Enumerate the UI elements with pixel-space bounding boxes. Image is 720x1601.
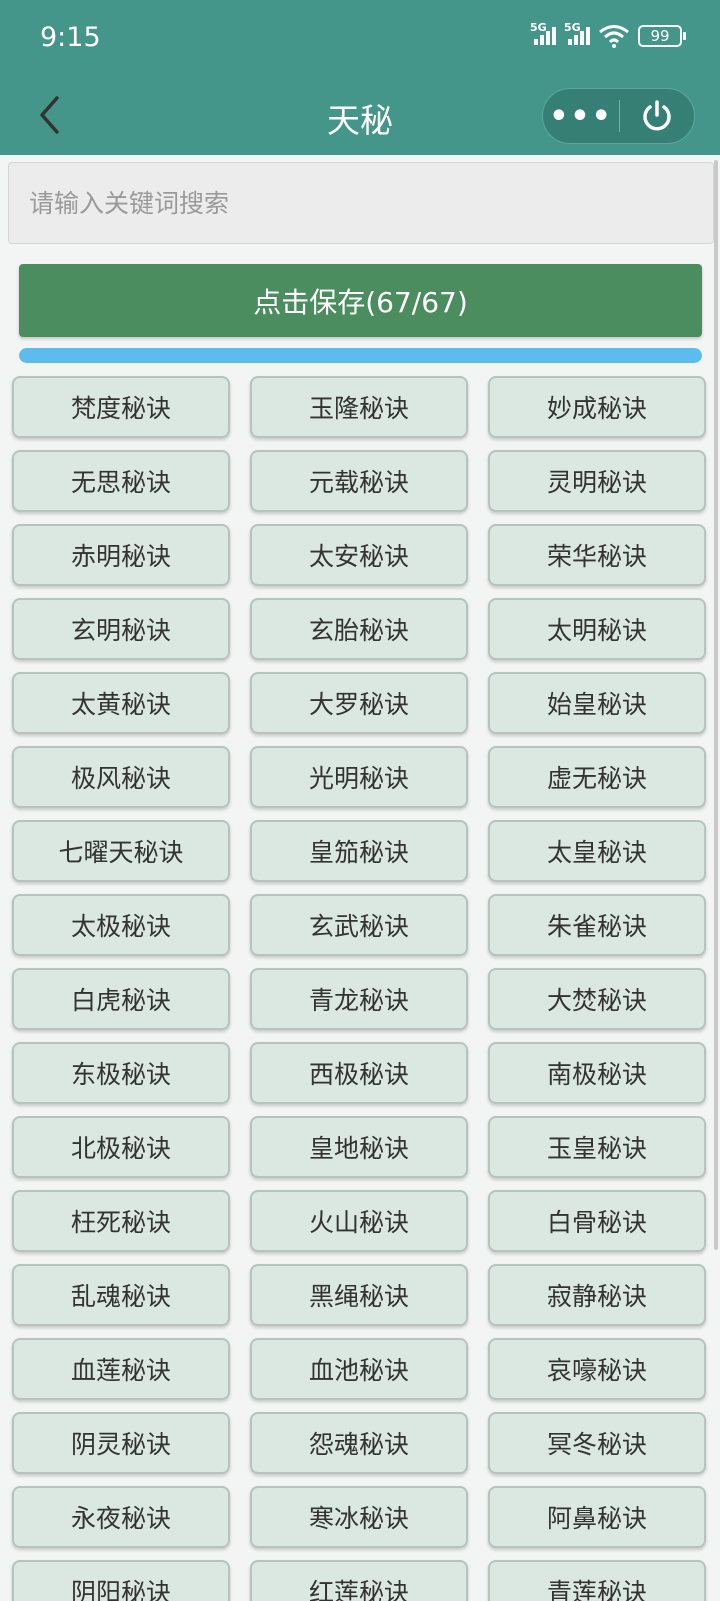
mini-program-capsule: ••• [542,88,695,144]
secret-item-button[interactable]: 梵度秘诀 [12,376,230,438]
secret-item-button[interactable]: 乱魂秘诀 [12,1264,230,1326]
signal-icon: 5G [530,21,556,45]
secret-item-button[interactable]: 太黄秘诀 [12,672,230,734]
secret-item-button[interactable]: 白虎秘诀 [12,968,230,1030]
secret-item-button[interactable]: 极风秘诀 [12,746,230,808]
power-icon [643,100,671,131]
wifi-icon [599,25,629,48]
secret-item-button[interactable]: 阴阳秘诀 [12,1560,230,1601]
secret-item-button[interactable]: 血莲秘诀 [12,1338,230,1400]
secret-item-button[interactable]: 大焚秘诀 [488,968,706,1030]
secret-item-button[interactable]: 永夜秘诀 [12,1486,230,1548]
more-button[interactable]: ••• [543,89,619,143]
secret-item-button[interactable]: 玄胎秘诀 [250,598,468,660]
secret-item-button[interactable]: 黑绳秘诀 [250,1264,468,1326]
secret-item-button[interactable]: 阴灵秘诀 [12,1412,230,1474]
secret-item-button[interactable]: 玄明秘诀 [12,598,230,660]
secret-item-button[interactable]: 赤明秘诀 [12,524,230,586]
secret-item-button[interactable]: 朱雀秘诀 [488,894,706,956]
progress-fill [19,348,702,363]
secret-item-button[interactable]: 寂静秘诀 [488,1264,706,1326]
secret-item-button[interactable]: 火山秘诀 [250,1190,468,1252]
secret-item-button[interactable]: 怨魂秘诀 [250,1412,468,1474]
secret-item-button[interactable]: 妙成秘诀 [488,376,706,438]
secret-item-button[interactable]: 阿鼻秘诀 [488,1486,706,1548]
secret-item-button[interactable]: 白骨秘诀 [488,1190,706,1252]
secret-item-button[interactable]: 光明秘诀 [250,746,468,808]
secret-item-button[interactable]: 太明秘诀 [488,598,706,660]
save-button[interactable]: 点击保存(67/67) [19,264,702,337]
secret-item-button[interactable]: 北极秘诀 [12,1116,230,1178]
secret-item-button[interactable]: 太安秘诀 [250,524,468,586]
battery-indicator: 99 [638,25,686,47]
secret-item-button[interactable]: 冥冬秘诀 [488,1412,706,1474]
network-type-label: 5G [530,21,547,34]
secret-item-button[interactable]: 荣华秘诀 [488,524,706,586]
secret-item-button[interactable]: 元载秘诀 [250,450,468,512]
secret-item-button[interactable]: 皇地秘诀 [250,1116,468,1178]
more-icon: ••• [549,98,613,134]
search-box [8,162,714,244]
signal-icon: 5G [564,21,590,45]
close-button[interactable] [620,89,694,143]
secret-item-button[interactable]: 太极秘诀 [12,894,230,956]
secret-item-button[interactable]: 玄武秘诀 [250,894,468,956]
secret-item-button[interactable]: 玉隆秘诀 [250,376,468,438]
secret-item-button[interactable]: 红莲秘诀 [250,1560,468,1601]
secret-item-button[interactable]: 东极秘诀 [12,1042,230,1104]
status-time: 9:15 [40,22,101,53]
secret-item-button[interactable]: 血池秘诀 [250,1338,468,1400]
secret-item-button[interactable]: 无思秘诀 [12,450,230,512]
secret-item-button[interactable]: 玉皇秘诀 [488,1116,706,1178]
secret-item-button[interactable]: 南极秘诀 [488,1042,706,1104]
secret-item-button[interactable]: 始皇秘诀 [488,672,706,734]
status-icons: 5G 5G 99 [530,21,686,48]
secret-item-button[interactable]: 枉死秘诀 [12,1190,230,1252]
secret-grid: 梵度秘诀 玉隆秘诀 妙成秘诀无思秘诀 元载秘诀 灵明秘诀赤明秘诀 太安秘诀 荣华秘诀玄明秘诀… [12,376,706,1601]
secret-item-button[interactable]: 大罗秘诀 [250,672,468,734]
secret-item-button[interactable]: 寒冰秘诀 [250,1486,468,1548]
secret-item-button[interactable]: 青莲秘诀 [488,1560,706,1601]
secret-item-button[interactable]: 七曜天秘诀 [12,820,230,882]
secret-item-button[interactable]: 灵明秘诀 [488,450,706,512]
secret-item-button[interactable]: 青龙秘诀 [250,968,468,1030]
secret-item-button[interactable]: 西极秘诀 [250,1042,468,1104]
secret-item-button[interactable]: 虚无秘诀 [488,746,706,808]
progress-bar [19,348,702,363]
network-type-label: 5G [564,21,581,34]
secret-item-button[interactable]: 皇笳秘诀 [250,820,468,882]
secret-item-button[interactable]: 太皇秘诀 [488,820,706,882]
status-bar: 9:15 5G 5G 99 [0,0,720,80]
search-input[interactable] [9,163,713,243]
secret-item-button[interactable]: 哀嚎秘诀 [488,1338,706,1400]
scrollbar[interactable] [714,160,718,1250]
nav-bar: 天秘 ••• [0,80,720,155]
